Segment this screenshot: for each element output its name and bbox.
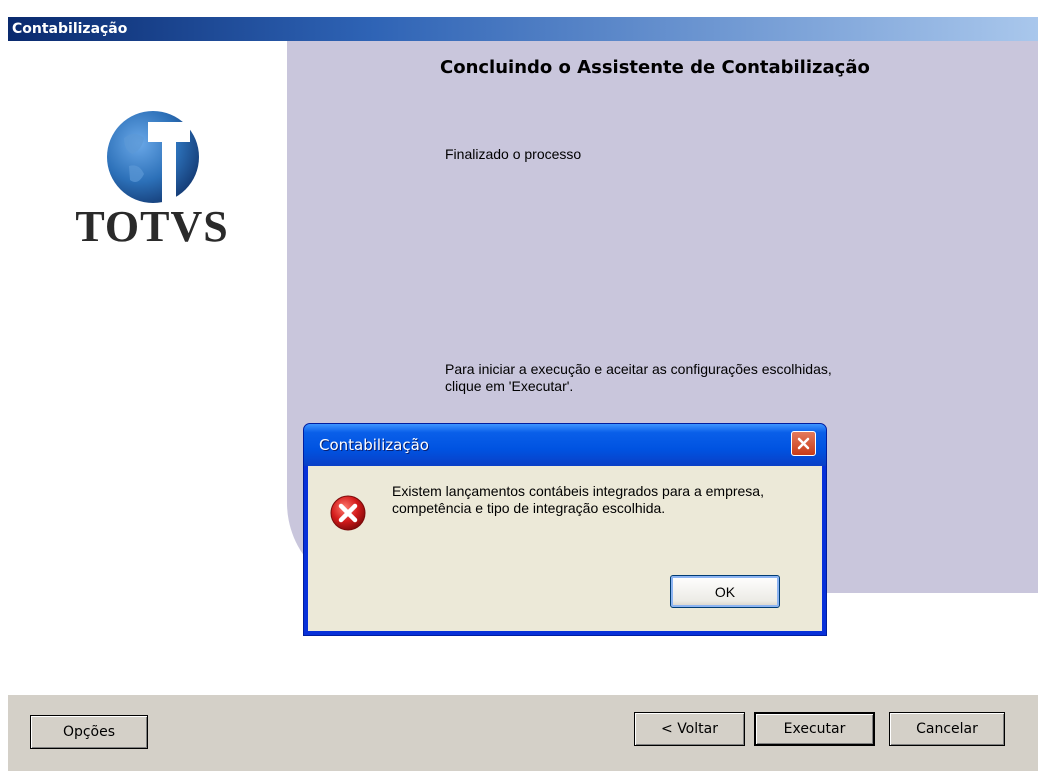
window-titlebar[interactable]: Contabilização (8, 17, 1038, 41)
close-icon[interactable] (791, 431, 816, 456)
execute-button[interactable]: Executar (754, 712, 875, 746)
status-text: Finalizado o processo (445, 146, 582, 162)
logo-text: TOTVS (75, 202, 229, 251)
totvs-logo: TOTVS (72, 108, 252, 258)
error-dialog: Contabilização Existem lançamentos contá… (303, 423, 827, 636)
dialog-title: Contabilização (319, 436, 429, 454)
dialog-message: Existem lançamentos contábeis integrados… (392, 483, 764, 516)
ok-button[interactable]: OK (670, 575, 780, 608)
cancel-button[interactable]: Cancelar (889, 712, 1005, 746)
dialog-body: Existem lançamentos contábeis integrados… (308, 466, 822, 631)
button-bar (8, 693, 1038, 771)
wizard-title: Concluindo o Assistente de Contabilizaçã… (440, 57, 870, 78)
window-title: Contabilização (12, 21, 128, 37)
totvs-globe-icon (107, 111, 199, 203)
dialog-titlebar[interactable]: Contabilização (304, 424, 826, 466)
error-icon (330, 495, 366, 531)
back-button[interactable]: < Voltar (634, 712, 745, 746)
instruction-text: Para iniciar a execução e aceitar as con… (445, 361, 832, 394)
options-button[interactable]: Opções (30, 715, 148, 749)
wizard-window: Contabilização TOTVS Concluindo o Assist… (0, 0, 1038, 771)
